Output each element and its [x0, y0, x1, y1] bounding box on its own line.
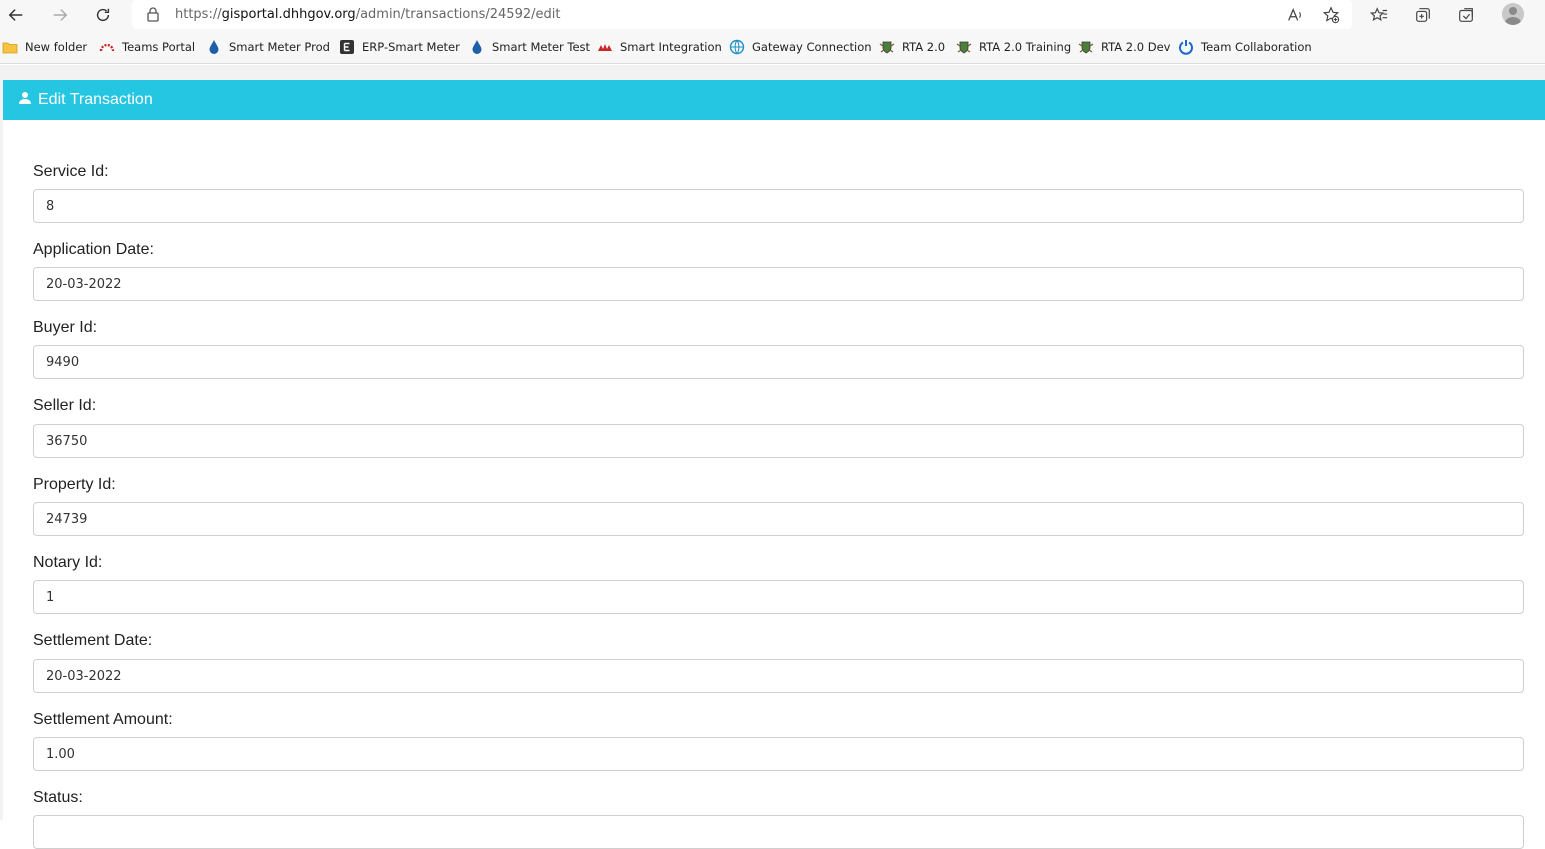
settlement-amount-input[interactable] — [33, 737, 1524, 771]
notary-id-input[interactable] — [33, 580, 1524, 614]
property-id-label: Property Id: — [33, 476, 116, 493]
settlement-amount-label: Settlement Amount: — [33, 711, 173, 728]
settlement-date-label: Settlement Date: — [33, 632, 153, 649]
forward-button[interactable] — [48, 3, 72, 27]
read-aloud-icon — [1288, 7, 1301, 21]
collections-icon — [1416, 8, 1430, 22]
bookmark-teams-portal[interactable]: Teams Portal — [99, 39, 195, 55]
collections-button[interactable] — [1412, 4, 1434, 26]
bookmark-new-folder[interactable]: New folder — [2, 39, 87, 55]
buyer-id-input[interactable] — [33, 345, 1524, 379]
bookmark-team-collaboration[interactable]: Team Collaboration — [1178, 39, 1312, 55]
property-id-input[interactable] — [33, 502, 1524, 536]
bookmark-label: New folder — [25, 40, 88, 54]
bookmark-label: ERP-Smart Meter — [362, 40, 460, 54]
address-bar[interactable]: https://gisportal.dhhgov.org/admin/trans… — [132, 0, 1352, 29]
browser-toolbar: https://gisportal.dhhgov.org/admin/trans… — [0, 0, 1545, 30]
edit-transaction-card: Edit Transaction Service Id: Application… — [3, 80, 1545, 849]
teams-portal-icon — [99, 39, 115, 55]
application-date-label: Application Date: — [33, 241, 154, 258]
crest-icon — [1078, 39, 1094, 55]
bookmark-label: Smart Meter Prod — [229, 40, 330, 54]
bookmarks-bar: New folder Teams Portal Smart Meter Prod… — [0, 30, 1545, 64]
url-path: /admin/transactions/24592/edit — [355, 7, 561, 22]
add-favorite-button[interactable] — [1320, 4, 1342, 26]
bookmark-rta-2-0-training[interactable]: RTA 2.0 Training — [956, 39, 1071, 55]
service-id-input[interactable] — [33, 189, 1524, 223]
url-text: https://gisportal.dhhgov.org/admin/trans… — [175, 7, 560, 22]
seller-id-input[interactable] — [33, 424, 1524, 458]
bookmark-label: RTA 2.0 Training — [979, 40, 1072, 54]
service-id-label: Service Id: — [33, 163, 109, 180]
bookmark-erp-smart-meter[interactable]: ERP-Smart Meter — [339, 39, 460, 55]
water-drop-icon — [469, 39, 485, 55]
settlement-date-input[interactable] — [33, 659, 1524, 693]
lock-icon — [147, 7, 159, 22]
bookmark-rta-2-0[interactable]: RTA 2.0 — [879, 39, 945, 55]
browser-essentials-button[interactable] — [1455, 4, 1477, 26]
bookmark-rta-2-0-dev[interactable]: RTA 2.0 Dev — [1078, 39, 1171, 55]
bookmark-smart-integration[interactable]: Smart Integration — [597, 39, 722, 55]
water-drop-icon — [206, 39, 222, 55]
erp-e-icon — [339, 39, 355, 55]
card-header: Edit Transaction — [3, 80, 1545, 120]
bookmark-label: Smart Integration — [620, 40, 722, 54]
bookmark-smart-meter-prod[interactable]: Smart Meter Prod — [206, 39, 330, 55]
status-label: Status: — [33, 789, 83, 806]
seller-id-label: Seller Id: — [33, 397, 97, 414]
refresh-icon — [96, 8, 110, 22]
refresh-button[interactable] — [91, 3, 115, 27]
bookmark-gateway-connection[interactable]: Gateway Connection — [729, 39, 872, 55]
url-host: gisportal.dhhgov.org — [221, 7, 356, 22]
profile-avatar[interactable] — [1502, 3, 1524, 25]
extensions-icon — [1459, 8, 1473, 22]
url-prefix: https:// — [175, 7, 222, 22]
status-input[interactable] — [33, 815, 1524, 849]
bookmark-label: Teams Portal — [122, 40, 196, 54]
crest-icon — [956, 39, 972, 55]
bookmark-label: Gateway Connection — [752, 40, 872, 54]
page-background: Edit Transaction Service Id: Application… — [0, 65, 1545, 849]
power-ring-icon — [1178, 39, 1194, 55]
bookmark-label: RTA 2.0 Dev — [1101, 40, 1171, 54]
arrow-right-icon — [53, 9, 68, 21]
gateway-globe-icon — [729, 39, 745, 55]
user-icon — [19, 92, 31, 104]
favorites-star-icon — [1370, 7, 1388, 22]
folder-icon — [2, 39, 18, 55]
bookmark-label: RTA 2.0 — [902, 40, 946, 54]
application-date-input[interactable] — [33, 267, 1524, 301]
bookmark-label: Smart Meter Test — [492, 40, 591, 54]
page-title: Edit Transaction — [38, 91, 153, 108]
bookmark-smart-meter-test[interactable]: Smart Meter Test — [469, 39, 590, 55]
back-button[interactable] — [4, 3, 28, 27]
buyer-id-label: Buyer Id: — [33, 319, 98, 336]
integration-icon — [597, 39, 613, 55]
read-aloud-button[interactable] — [1284, 4, 1306, 26]
arrow-left-icon — [8, 9, 23, 21]
bookmark-label: Team Collaboration — [1201, 40, 1312, 54]
favorites-button[interactable] — [1368, 4, 1390, 26]
crest-icon — [879, 39, 895, 55]
star-add-icon — [1322, 6, 1340, 24]
notary-id-label: Notary Id: — [33, 554, 103, 571]
